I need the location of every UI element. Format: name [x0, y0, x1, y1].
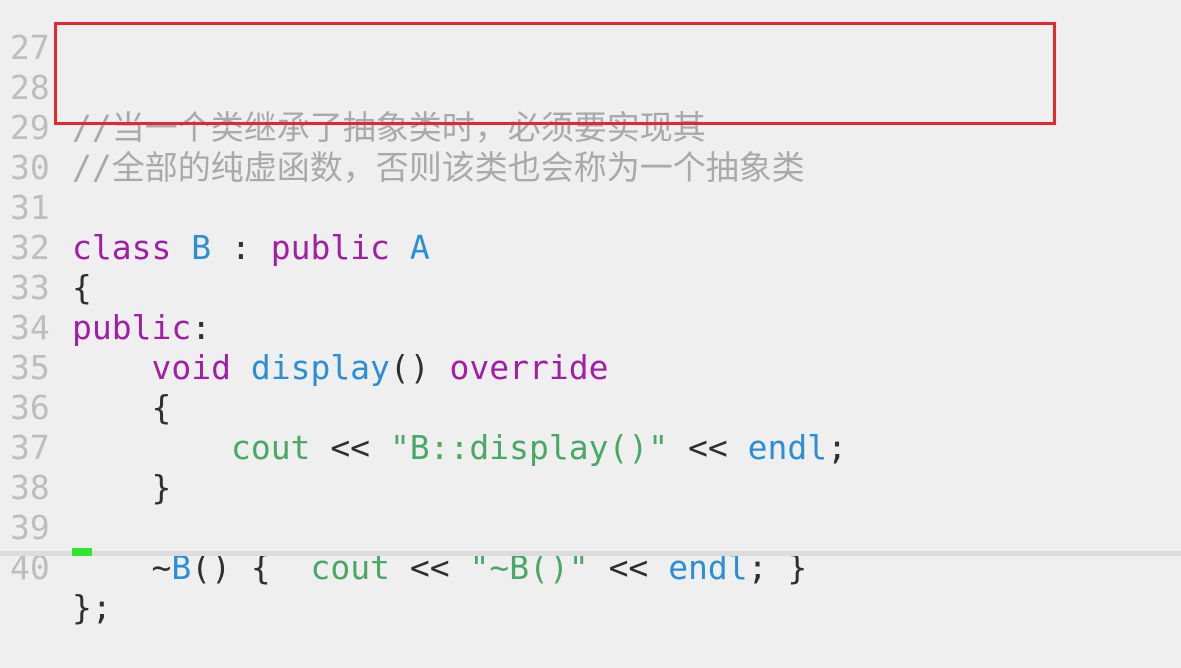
code-line-37: 37 } — [0, 388, 1181, 507]
code-line-33: 33 public: — [0, 228, 1181, 347]
code-line-34: 34 void display() override — [0, 268, 1181, 387]
code-line-40: 40 }; — [0, 508, 1181, 627]
code-line-38: 38 — [0, 428, 1181, 507]
code-line-39: 39 ~B() { cout << "~B()" << endl; } — [0, 468, 1181, 587]
code-line-29: 29 //全部的纯虚函数，否则该类也会称为一个抽象类 — [0, 68, 1181, 187]
code-line-32: 32 { — [0, 188, 1181, 307]
class-close: }; — [72, 588, 112, 627]
code-line-35: 35 { — [0, 308, 1181, 427]
code-editor[interactable]: 27 28 //当一个类继承了抽象类时，必须要实现其 29 //全部的纯虚函数，… — [0, 0, 1181, 627]
code-line-31: 31 class B : public A — [0, 148, 1181, 267]
code-line-30: 30 — [0, 108, 1181, 187]
code-line-28: 28 //当一个类继承了抽象类时，必须要实现其 — [0, 28, 1181, 147]
text-cursor — [72, 548, 92, 556]
horizontal-scrollbar[interactable] — [0, 551, 1181, 556]
code-line-36: 36 cout << "B::display()" << endl; — [0, 348, 1181, 467]
code-line-27: 27 — [0, 0, 1181, 67]
